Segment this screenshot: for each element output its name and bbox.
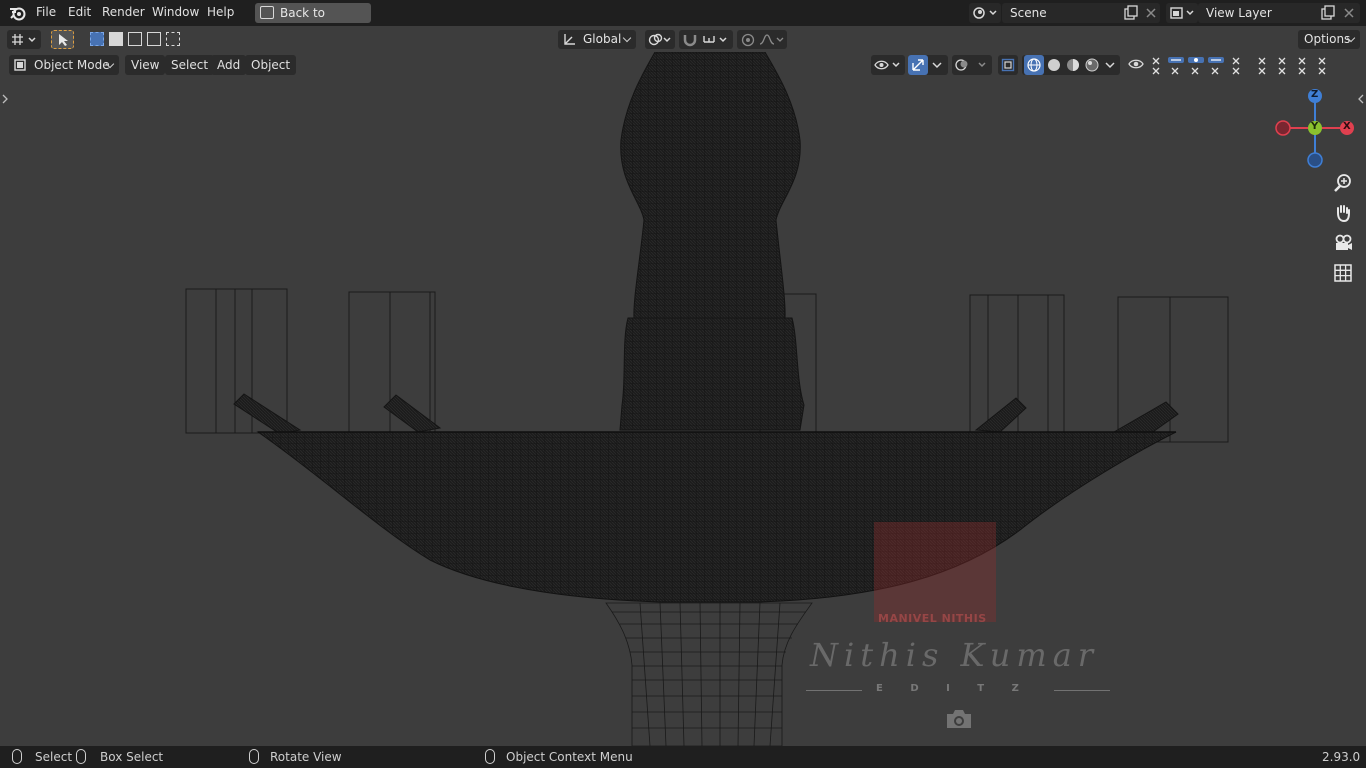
top-menu-bar: File Edit Render Window Help Back to Pre… bbox=[0, 0, 1366, 40]
close-view-layer-icon[interactable] bbox=[1343, 7, 1355, 19]
menu-file[interactable]: File bbox=[36, 5, 56, 19]
select-new-icon[interactable] bbox=[90, 32, 104, 46]
transform-orientation-dropdown[interactable]: Global bbox=[558, 30, 636, 49]
solid-sphere-icon[interactable] bbox=[1047, 58, 1061, 72]
mouse-drag-icon bbox=[76, 749, 86, 764]
overlays-icon bbox=[955, 59, 986, 71]
snap-magnet-icon[interactable] bbox=[682, 32, 698, 47]
copy-scene-icon[interactable] bbox=[1123, 5, 1139, 21]
material-sphere-icon[interactable] bbox=[1066, 58, 1080, 72]
cursor-arrow-icon bbox=[59, 34, 68, 46]
watermark-tagline: E D I T Z bbox=[876, 683, 1031, 694]
chevron-down-icon bbox=[1105, 62, 1115, 69]
proportional-edit-icon[interactable] bbox=[740, 32, 784, 47]
gizmo-z-label: Z bbox=[1311, 89, 1319, 100]
object-mode-label: Object Mode bbox=[34, 58, 110, 72]
object-mode-dropdown[interactable]: Object Mode bbox=[9, 55, 119, 75]
back-to-previous-button[interactable]: Back to Previous bbox=[255, 3, 371, 40]
gizmo-x-label: X bbox=[1343, 121, 1351, 132]
select-intersect-icon[interactable] bbox=[166, 32, 180, 46]
scene-browse-button[interactable] bbox=[969, 3, 1001, 23]
toolbar-region-toggle-icon[interactable] bbox=[1, 94, 9, 104]
scene-name: Scene bbox=[1010, 6, 1047, 20]
select-extend-icon[interactable] bbox=[109, 32, 123, 46]
gizmo-toggle-button[interactable] bbox=[908, 55, 928, 75]
blender-logo-icon[interactable] bbox=[9, 5, 26, 21]
snapping-group[interactable] bbox=[679, 30, 733, 49]
scene-icon bbox=[973, 7, 997, 19]
editor-type-button[interactable] bbox=[7, 30, 41, 49]
menu-help[interactable]: Help bbox=[207, 5, 234, 19]
perspective-grid-icon[interactable] bbox=[1333, 263, 1353, 283]
copy-view-layer-icon[interactable] bbox=[1320, 5, 1336, 21]
options-label: Options bbox=[1304, 32, 1351, 46]
shading-wireframe-button[interactable] bbox=[1024, 55, 1044, 75]
status-box-select: Box Select bbox=[100, 750, 164, 764]
visibility-selectability-dropdown[interactable] bbox=[871, 55, 905, 75]
menu-add[interactable]: Add bbox=[211, 55, 247, 75]
rendered-sphere-icon[interactable] bbox=[1085, 58, 1099, 72]
close-scene-icon[interactable] bbox=[1145, 7, 1157, 19]
options-dropdown[interactable]: Options bbox=[1298, 30, 1360, 49]
tool-settings-bar: Global Options bbox=[0, 26, 1366, 52]
status-context-menu: Object Context Menu bbox=[506, 750, 633, 764]
pan-hand-icon[interactable] bbox=[1333, 203, 1353, 223]
object-mode-icon bbox=[14, 59, 26, 71]
collection-visibility-icons[interactable] bbox=[1148, 56, 1338, 76]
wireframe-sphere-icon bbox=[1027, 58, 1041, 72]
menu-view[interactable]: View bbox=[125, 55, 166, 75]
status-bar: Select Box Select Rotate View Object Con… bbox=[0, 746, 1366, 768]
mouse-middle-icon bbox=[249, 749, 259, 764]
mouse-left-icon bbox=[12, 749, 22, 764]
status-rotate-view: Rotate View bbox=[270, 750, 342, 764]
menu-window[interactable]: Window bbox=[152, 5, 199, 19]
eye-icon[interactable] bbox=[1128, 58, 1144, 70]
gizmo-icon bbox=[912, 59, 924, 71]
wireframe-lamp-mesh bbox=[185, 52, 1229, 746]
gizmo-y-label: Y bbox=[1311, 121, 1319, 132]
select-subtract-icon[interactable] bbox=[128, 32, 142, 46]
version-label: 2.93.0 bbox=[1322, 750, 1361, 764]
pivot-point-icon bbox=[648, 33, 671, 46]
mouse-right-icon bbox=[485, 749, 495, 764]
scene-name-field[interactable]: Scene bbox=[1002, 3, 1160, 23]
xray-toggle-button[interactable] bbox=[998, 55, 1018, 75]
gizmo-toggle-group[interactable] bbox=[908, 55, 948, 75]
menu-render[interactable]: Render bbox=[102, 5, 145, 19]
eye-arrow-icon bbox=[874, 60, 900, 70]
orientation-label: Global bbox=[583, 32, 622, 46]
shading-mode-group[interactable] bbox=[1022, 55, 1120, 75]
editor-type-icon bbox=[12, 34, 36, 45]
select-tool-button[interactable] bbox=[51, 30, 74, 49]
view-layer-field[interactable]: View Layer bbox=[1198, 3, 1360, 23]
watermark-line-left bbox=[806, 690, 862, 691]
watermark: MANIVEL NITHIS Nithis Kumar E D I T Z bbox=[800, 522, 1120, 746]
menu-select[interactable]: Select bbox=[165, 55, 215, 75]
camera-view-icon[interactable] bbox=[1333, 233, 1353, 253]
menu-edit[interactable]: Edit bbox=[68, 5, 91, 19]
view-layer-name: View Layer bbox=[1206, 6, 1272, 20]
xray-icon bbox=[1001, 58, 1015, 72]
view-layer-browse-button[interactable] bbox=[1166, 3, 1198, 23]
view-layer-icon bbox=[1170, 7, 1194, 19]
proportional-editing-group[interactable] bbox=[737, 30, 787, 49]
watermark-signature: Nithis Kumar bbox=[810, 636, 1100, 674]
zoom-icon[interactable] bbox=[1333, 173, 1353, 193]
camera-icon bbox=[947, 710, 971, 728]
watermark-logo bbox=[874, 522, 996, 622]
status-select: Select bbox=[35, 750, 73, 764]
watermark-brand: MANIVEL NITHIS bbox=[878, 612, 987, 625]
select-invert-icon[interactable] bbox=[147, 32, 161, 46]
orientation-axis-icon bbox=[564, 34, 575, 45]
snap-increment-icon[interactable] bbox=[702, 32, 730, 47]
chevron-down-icon bbox=[622, 33, 632, 43]
menu-object[interactable]: Object bbox=[245, 55, 297, 75]
watermark-line-right bbox=[1054, 690, 1110, 691]
fullscreen-back-icon bbox=[260, 6, 274, 19]
overlays-group[interactable] bbox=[952, 55, 992, 75]
3d-viewport[interactable]: MANIVEL NITHIS Nithis Kumar E D I T Z Ob… bbox=[0, 52, 1366, 746]
chevron-down-icon bbox=[932, 62, 942, 69]
pivot-point-dropdown[interactable] bbox=[645, 30, 675, 49]
